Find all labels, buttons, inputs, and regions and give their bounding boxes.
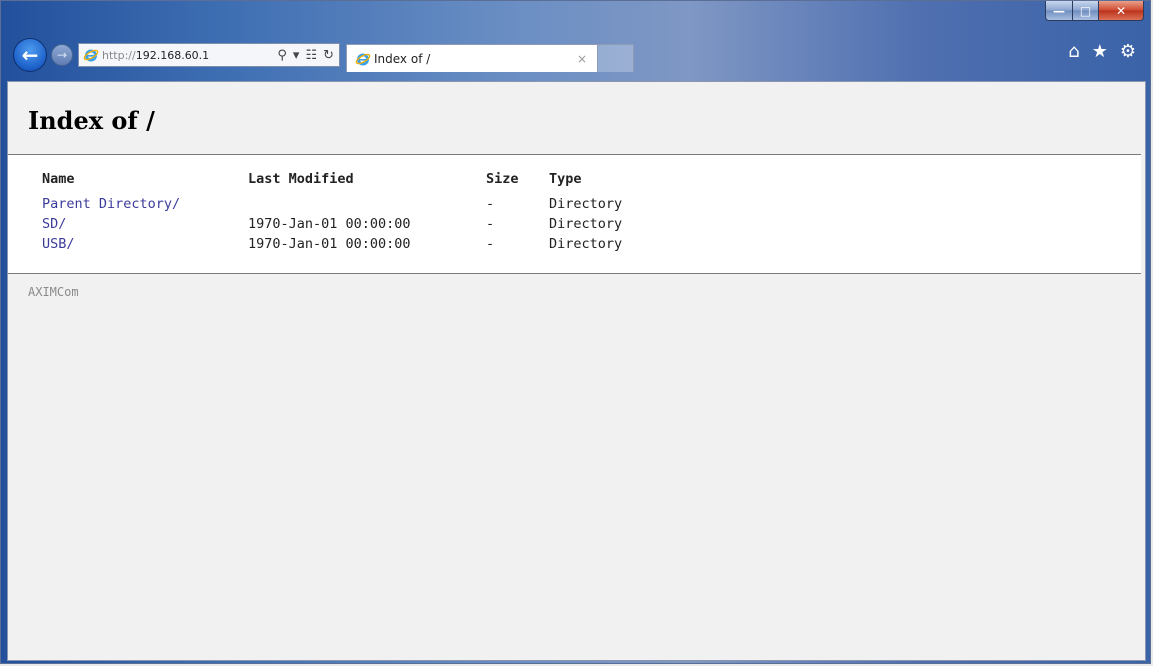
arrow-right-icon: → bbox=[56, 48, 68, 62]
arrow-left-icon: ← bbox=[21, 43, 39, 67]
address-bar[interactable]: http:// 192.168.60.1 ⚲ ▾ ☷ ↻ bbox=[78, 43, 340, 67]
cell-modified: 1970-Jan-01 00:00:00 bbox=[248, 216, 411, 232]
home-icon[interactable]: ⌂ bbox=[1068, 41, 1079, 62]
cell-size: - bbox=[486, 196, 495, 212]
dropdown-arrow-icon[interactable]: ▾ bbox=[293, 48, 300, 63]
forward-button[interactable]: → bbox=[51, 44, 73, 66]
cell-modified: 1970-Jan-01 00:00:00 bbox=[248, 236, 411, 252]
directory-listing-table: Name Last Modified Size Type Parent Dire… bbox=[42, 171, 669, 254]
divider-bottom bbox=[8, 273, 1141, 274]
cell-size: - bbox=[486, 236, 495, 252]
header-name: Name bbox=[42, 171, 75, 187]
tab-title: Index of / bbox=[374, 51, 431, 66]
window-controls: — □ ✕ bbox=[1045, 1, 1144, 21]
link-sd[interactable]: SD/ bbox=[42, 216, 66, 232]
table-row: SD/ 1970-Jan-01 00:00:00 - Directory bbox=[42, 214, 669, 234]
cell-type: Directory bbox=[549, 216, 623, 232]
maximize-button[interactable]: □ bbox=[1073, 1, 1099, 21]
minimize-button[interactable]: — bbox=[1045, 1, 1073, 21]
back-button[interactable]: ← bbox=[13, 38, 47, 72]
table-row: USB/ 1970-Jan-01 00:00:00 - Directory bbox=[42, 234, 669, 254]
tab-close-icon[interactable]: × bbox=[577, 52, 587, 66]
cell-modified bbox=[248, 194, 486, 214]
ie-logo-icon bbox=[355, 53, 371, 65]
header-size: Size bbox=[486, 171, 519, 187]
settings-gear-icon[interactable]: ⚙ bbox=[1120, 41, 1136, 62]
favorites-star-icon[interactable]: ★ bbox=[1092, 41, 1108, 62]
cell-size: - bbox=[486, 216, 495, 232]
address-protocol: http:// bbox=[102, 48, 136, 62]
browser-toolbar: ⌂ ★ ⚙ bbox=[1068, 41, 1136, 62]
address-host: 192.168.60.1 bbox=[135, 48, 210, 62]
refresh-icon[interactable]: ↻ bbox=[323, 48, 334, 63]
close-window-button[interactable]: ✕ bbox=[1099, 1, 1144, 21]
header-type: Type bbox=[549, 171, 582, 187]
ie-logo-icon bbox=[83, 49, 99, 62]
browser-window: — □ ✕ ← → http:// 192.168.60.1 ⚲ ▾ ☷ ↻ I… bbox=[0, 0, 1151, 664]
compatibility-view-icon[interactable]: ☷ bbox=[305, 48, 317, 63]
link-parent-directory[interactable]: Parent Directory/ bbox=[42, 196, 180, 212]
cell-type: Directory bbox=[549, 236, 623, 252]
navigation-row: ← → http:// 192.168.60.1 ⚲ ▾ ☷ ↻ Index o… bbox=[13, 35, 634, 75]
address-tools: ⚲ ▾ ☷ ↻ bbox=[277, 48, 334, 63]
page-viewport: Index of / Name Last Modified Size Type … bbox=[7, 81, 1146, 661]
link-usb[interactable]: USB/ bbox=[42, 236, 75, 252]
server-footer: AXIMCom bbox=[28, 285, 79, 299]
new-tab-button[interactable] bbox=[598, 44, 634, 72]
page-title: Index of / bbox=[28, 106, 155, 135]
tab-index[interactable]: Index of / × bbox=[346, 44, 598, 72]
cell-type: Directory bbox=[549, 196, 623, 212]
table-row: Parent Directory/ - Directory bbox=[42, 194, 669, 214]
header-last-modified: Last Modified bbox=[248, 171, 354, 187]
table-header-row: Name Last Modified Size Type bbox=[42, 171, 669, 194]
search-icon[interactable]: ⚲ bbox=[277, 48, 287, 63]
title-bar: — □ ✕ ← → http:// 192.168.60.1 ⚲ ▾ ☷ ↻ I… bbox=[1, 1, 1150, 81]
divider-top bbox=[8, 154, 1141, 155]
